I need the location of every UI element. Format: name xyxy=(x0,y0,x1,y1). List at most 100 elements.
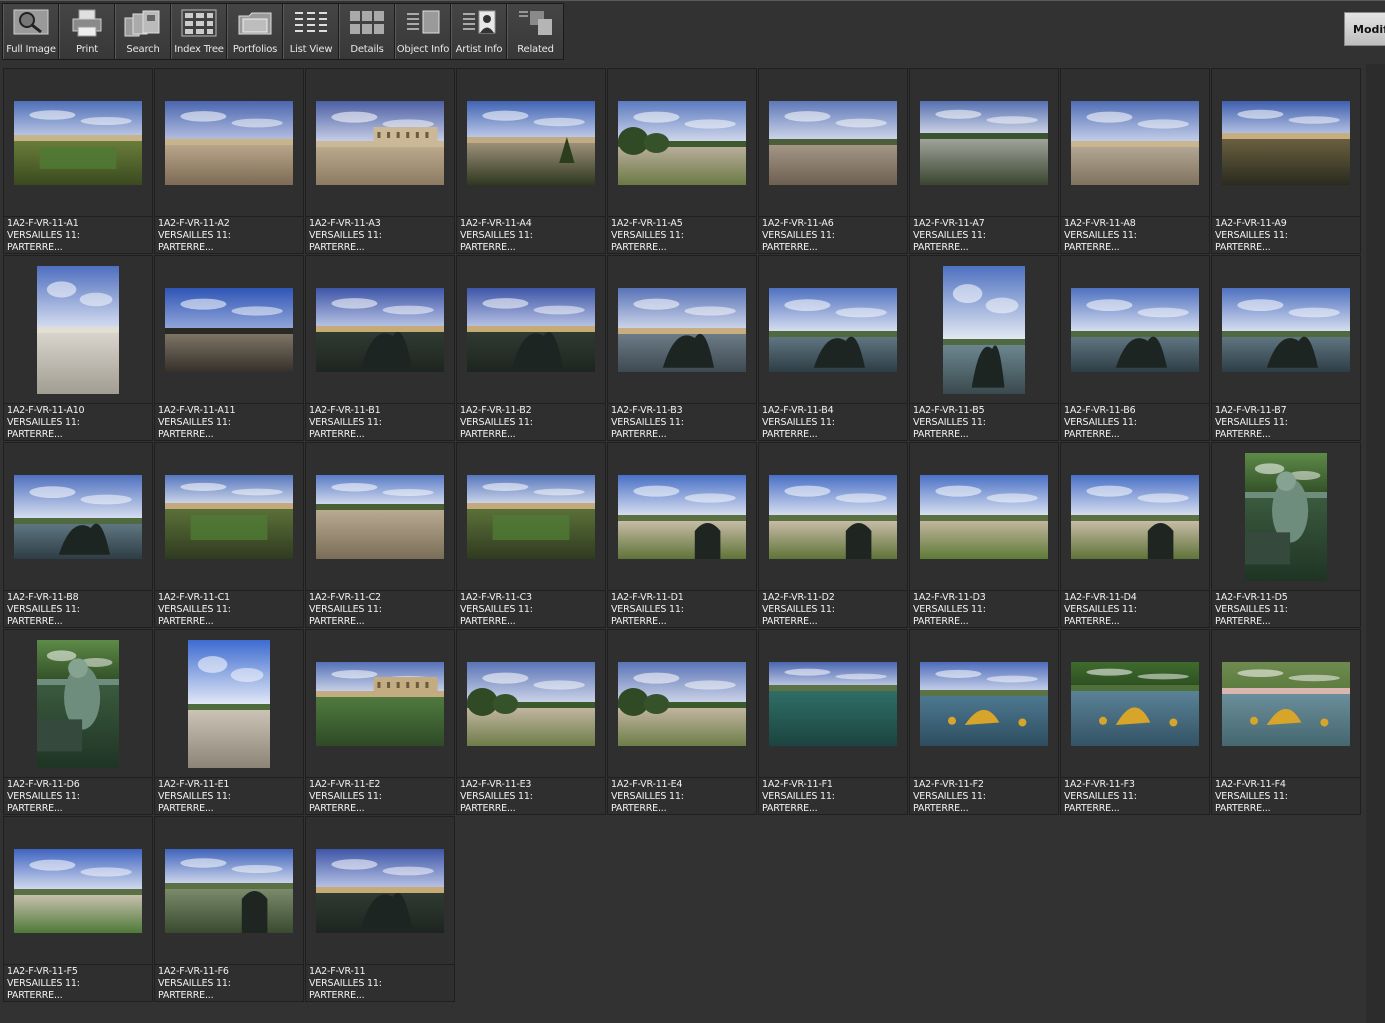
thumbnail-image[interactable] xyxy=(618,474,746,559)
thumbnail-cell[interactable]: 1A2-F-VR-11-B1 VERSAILLES 11: PARTERRE... xyxy=(305,255,455,441)
record-title: PARTERRE... xyxy=(460,803,516,814)
artist-info-button[interactable]: Artist Info xyxy=(451,4,507,59)
thumbnail-cell[interactable]: 1A2-F-VR-11-A7 VERSAILLES 11: PARTERRE... xyxy=(909,68,1059,254)
thumbnail-image[interactable] xyxy=(165,474,293,559)
thumbnail-image[interactable] xyxy=(316,474,444,559)
search-button[interactable]: Search xyxy=(115,4,171,59)
thumbnail-image[interactable] xyxy=(37,639,119,768)
thumbnail-cell[interactable]: 1A2-F-VR-11-D1 VERSAILLES 11: PARTERRE... xyxy=(607,442,757,628)
thumbnail-cell[interactable]: 1A2-F-VR-11-B8 VERSAILLES 11: PARTERRE... xyxy=(3,442,153,628)
record-collection: VERSAILLES 11: xyxy=(611,791,684,802)
thumbnail-cell[interactable]: 1A2-F-VR-11-F3 VERSAILLES 11: PARTERRE... xyxy=(1060,629,1210,815)
thumbnail-cell[interactable]: 1A2-F-VR-11-B2 VERSAILLES 11: PARTERRE... xyxy=(456,255,606,441)
thumbnail-image[interactable] xyxy=(618,661,746,746)
thumbnail-image[interactable] xyxy=(37,265,119,394)
thumbnail-cell[interactable]: 1A2-F-VR-11-D5 VERSAILLES 11: PARTERRE... xyxy=(1211,442,1361,628)
thumbnail-cell[interactable]: 1A2-F-VR-11-A10 VERSAILLES 11: PARTERRE... xyxy=(3,255,153,441)
thumbnail-cell[interactable]: 1A2-F-VR-11-B4 VERSAILLES 11: PARTERRE... xyxy=(758,255,908,441)
thumbnail-frame xyxy=(4,817,152,965)
thumbnail-image[interactable] xyxy=(943,265,1025,394)
modify-button[interactable]: Modif xyxy=(1344,12,1385,46)
thumbnail-image[interactable] xyxy=(1222,661,1350,746)
thumbnail-cell[interactable]: 1A2-F-VR-11-D6 VERSAILLES 11: PARTERRE... xyxy=(3,629,153,815)
thumbnail-image[interactable] xyxy=(1245,452,1327,581)
thumbnail-image[interactable] xyxy=(316,661,444,746)
thumbnail-image[interactable] xyxy=(1222,287,1350,372)
index-tree-button[interactable]: Index Tree xyxy=(171,4,227,59)
thumbnail-cell[interactable]: 1A2-F-VR-11 VERSAILLES 11: PARTERRE... xyxy=(305,816,455,1002)
thumbnail-caption: 1A2-F-VR-11-E4 VERSAILLES 11: PARTERRE... xyxy=(611,779,755,815)
thumbnail-cell[interactable]: 1A2-F-VR-11-F5 VERSAILLES 11: PARTERRE... xyxy=(3,816,153,1002)
thumbnail-caption: 1A2-F-VR-11-C3 VERSAILLES 11: PARTERRE... xyxy=(460,592,604,628)
thumbnail-image[interactable] xyxy=(1071,474,1199,559)
thumbnail-image[interactable] xyxy=(920,474,1048,559)
thumbnail-caption: 1A2-F-VR-11-B8 VERSAILLES 11: PARTERRE... xyxy=(7,592,151,628)
thumbnail-cell[interactable]: 1A2-F-VR-11-B7 VERSAILLES 11: PARTERRE... xyxy=(1211,255,1361,441)
thumbnail-image[interactable] xyxy=(467,287,595,372)
thumbnail-image[interactable] xyxy=(467,100,595,185)
thumbnail-image[interactable] xyxy=(467,474,595,559)
thumbnail-image[interactable] xyxy=(467,661,595,746)
thumbnail-image[interactable] xyxy=(14,100,142,185)
thumbnail-image[interactable] xyxy=(14,848,142,933)
thumbnail-image[interactable] xyxy=(920,100,1048,185)
thumbnail-image[interactable] xyxy=(316,848,444,933)
thumbnail-image[interactable] xyxy=(188,639,270,768)
thumbnail-image[interactable] xyxy=(1071,100,1199,185)
thumbnail-cell[interactable]: 1A2-F-VR-11-A2 VERSAILLES 11: PARTERRE... xyxy=(154,68,304,254)
thumbnail-cell[interactable]: 1A2-F-VR-11-A1 VERSAILLES 11: PARTERRE... xyxy=(3,68,153,254)
thumbnail-cell[interactable]: 1A2-F-VR-11-E4 VERSAILLES 11: PARTERRE... xyxy=(607,629,757,815)
thumbnail-image[interactable] xyxy=(1071,661,1199,746)
thumbnail-cell[interactable]: 1A2-F-VR-11-C2 VERSAILLES 11: PARTERRE... xyxy=(305,442,455,628)
thumbnail-cell[interactable]: 1A2-F-VR-11-A3 VERSAILLES 11: PARTERRE... xyxy=(305,68,455,254)
thumbnail-cell[interactable]: 1A2-F-VR-11-F4 VERSAILLES 11: PARTERRE... xyxy=(1211,629,1361,815)
thumbnail-cell[interactable]: 1A2-F-VR-11-F1 VERSAILLES 11: PARTERRE... xyxy=(758,629,908,815)
thumbnail-cell[interactable]: 1A2-F-VR-11-F6 VERSAILLES 11: PARTERRE... xyxy=(154,816,304,1002)
thumbnail-image[interactable] xyxy=(769,474,897,559)
record-id: 1A2-F-VR-11-E4 xyxy=(611,779,683,790)
thumbnail-image[interactable] xyxy=(165,100,293,185)
thumbnail-cell[interactable]: 1A2-F-VR-11-A9 VERSAILLES 11: PARTERRE... xyxy=(1211,68,1361,254)
thumbnail-image[interactable] xyxy=(618,100,746,185)
related-button[interactable]: Related xyxy=(507,4,563,59)
list-view-button[interactable]: List View xyxy=(283,4,339,59)
thumbnail-cell[interactable]: 1A2-F-VR-11-F2 VERSAILLES 11: PARTERRE... xyxy=(909,629,1059,815)
thumbnail-image[interactable] xyxy=(1222,100,1350,185)
thumbnail-cell[interactable]: 1A2-F-VR-11-B3 VERSAILLES 11: PARTERRE... xyxy=(607,255,757,441)
thumbnail-cell[interactable]: 1A2-F-VR-11-D3 VERSAILLES 11: PARTERRE... xyxy=(909,442,1059,628)
thumbnail-cell[interactable]: 1A2-F-VR-11-D4 VERSAILLES 11: PARTERRE... xyxy=(1060,442,1210,628)
portfolios-button[interactable]: Portfolios xyxy=(227,4,283,59)
thumbnail-image[interactable] xyxy=(1071,287,1199,372)
thumbnail-image[interactable] xyxy=(769,661,897,746)
thumbnail-cell[interactable]: 1A2-F-VR-11-A6 VERSAILLES 11: PARTERRE... xyxy=(758,68,908,254)
thumbnail-caption: 1A2-F-VR-11-B5 VERSAILLES 11: PARTERRE... xyxy=(913,405,1057,441)
thumbnail-cell[interactable]: 1A2-F-VR-11-E2 VERSAILLES 11: PARTERRE... xyxy=(305,629,455,815)
thumbnail-cell[interactable]: 1A2-F-VR-11-A4 VERSAILLES 11: PARTERRE... xyxy=(456,68,606,254)
record-collection: VERSAILLES 11: xyxy=(460,791,533,802)
thumbnail-cell[interactable]: 1A2-F-VR-11-C1 VERSAILLES 11: PARTERRE... xyxy=(154,442,304,628)
thumbnail-image[interactable] xyxy=(14,474,142,559)
object-info-button[interactable]: Object Info xyxy=(395,4,451,59)
thumbnail-cell[interactable]: 1A2-F-VR-11-A5 VERSAILLES 11: PARTERRE... xyxy=(607,68,757,254)
full-image-button[interactable]: Full Image xyxy=(3,4,59,59)
thumbnail-cell[interactable]: 1A2-F-VR-11-A8 VERSAILLES 11: PARTERRE... xyxy=(1060,68,1210,254)
thumbnail-image[interactable] xyxy=(769,100,897,185)
thumbnail-cell[interactable]: 1A2-F-VR-11-A11 VERSAILLES 11: PARTERRE... xyxy=(154,255,304,441)
thumbnail-image[interactable] xyxy=(165,848,293,933)
thumbnail-cell[interactable]: 1A2-F-VR-11-B5 VERSAILLES 11: PARTERRE... xyxy=(909,255,1059,441)
thumbnail-image[interactable] xyxy=(769,287,897,372)
print-button[interactable]: Print xyxy=(59,4,115,59)
thumbnail-cell[interactable]: 1A2-F-VR-11-B6 VERSAILLES 11: PARTERRE... xyxy=(1060,255,1210,441)
thumbnail-image[interactable] xyxy=(165,287,293,372)
thumbnail-image[interactable] xyxy=(920,661,1048,746)
thumbnail-cell[interactable]: 1A2-F-VR-11-C3 VERSAILLES 11: PARTERRE... xyxy=(456,442,606,628)
thumbnail-cell[interactable]: 1A2-F-VR-11-E1 VERSAILLES 11: PARTERRE... xyxy=(154,629,304,815)
thumbnail-image[interactable] xyxy=(316,287,444,372)
record-id: 1A2-F-VR-11-A9 xyxy=(1215,218,1287,229)
thumbnail-image[interactable] xyxy=(316,100,444,185)
thumbnail-cell[interactable]: 1A2-F-VR-11-E3 VERSAILLES 11: PARTERRE... xyxy=(456,629,606,815)
thumbnail-cell[interactable]: 1A2-F-VR-11-D2 VERSAILLES 11: PARTERRE... xyxy=(758,442,908,628)
thumbnail-frame xyxy=(910,443,1058,591)
details-button[interactable]: Details xyxy=(339,4,395,59)
thumbnail-image[interactable] xyxy=(618,287,746,372)
